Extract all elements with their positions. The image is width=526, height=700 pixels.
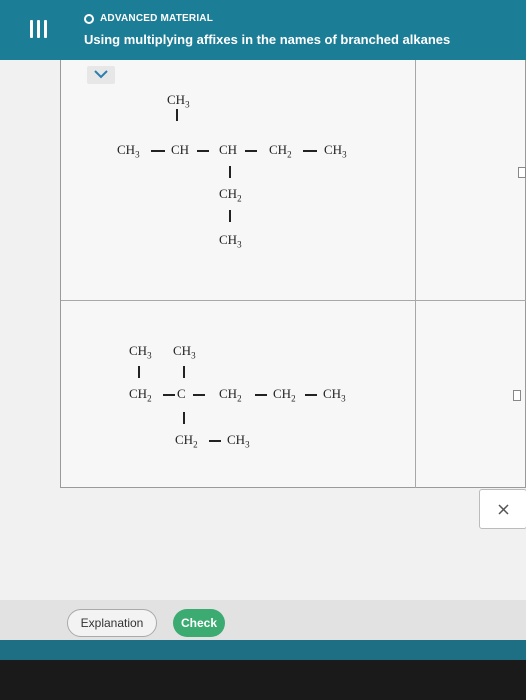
chevron-down-icon [94, 70, 108, 79]
topic-text: ADVANCED MATERIAL [100, 13, 214, 24]
question-area: CH3 CH3 CH CH CH2 CH3 CH2 CH3 CH3 CH3 CH… [0, 60, 526, 640]
mol1-chain-5: CH3 [324, 142, 347, 160]
menu-icon[interactable] [30, 20, 48, 40]
mol1-chain-3: CH [219, 142, 238, 157]
mol2-chain-3: CH2 [219, 386, 242, 404]
check-button[interactable]: Check [173, 609, 225, 637]
mol1-chain-2: CH [171, 142, 190, 157]
answer-field-1[interactable] [518, 167, 526, 178]
explanation-button[interactable]: Explanation [67, 609, 157, 637]
topic-label: ADVANCED MATERIAL [84, 13, 213, 24]
page-title: Using multiplying affixes in the names o… [84, 32, 451, 47]
answer-field-2[interactable] [513, 390, 521, 401]
mol2-top-substituent-1: CH3 [129, 343, 152, 361]
footer-shadow [0, 660, 526, 700]
mol1-top-substituent: CH3 [167, 92, 190, 110]
close-button[interactable] [479, 489, 526, 529]
mol1-chain-1: CH3 [117, 142, 140, 160]
collapse-toggle[interactable] [87, 66, 115, 84]
mol1-branch-2: CH3 [219, 232, 242, 250]
mol2-branch-1: CH2 [175, 432, 198, 450]
mol2-chain-1: CH2 [129, 386, 152, 404]
mol2-chain-2: C [177, 386, 186, 401]
app-header: ADVANCED MATERIAL Using multiplying affi… [0, 0, 526, 60]
question-table: CH3 CH3 CH CH CH2 CH3 CH2 CH3 CH3 CH3 CH… [60, 60, 526, 488]
close-icon [498, 504, 509, 515]
mol1-branch-1: CH2 [219, 186, 242, 204]
mol1-chain-4: CH2 [269, 142, 292, 160]
mol2-branch-2: CH3 [227, 432, 250, 450]
mol2-top-substituent-2: CH3 [173, 343, 196, 361]
topic-status-icon [84, 13, 94, 24]
mol2-chain-5: CH3 [323, 386, 346, 404]
mol2-chain-4: CH2 [273, 386, 296, 404]
